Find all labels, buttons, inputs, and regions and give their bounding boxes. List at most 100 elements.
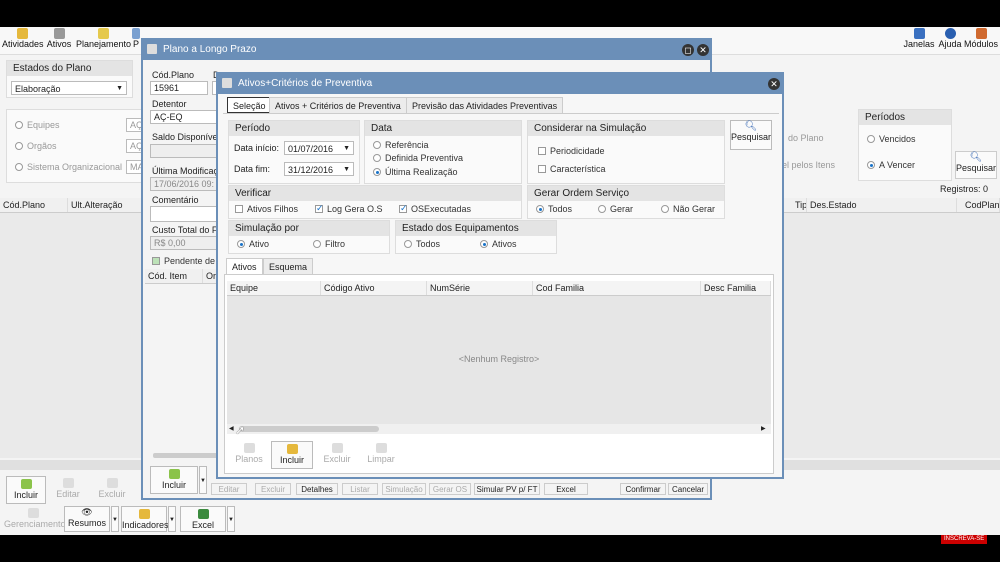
col-ult-alteracao[interactable]: Ult.Alteração [68, 198, 142, 212]
tab-ativos-criterios[interactable]: Ativos + Critérios de Preventiva [269, 97, 407, 113]
dialog-close-button[interactable]: ✕ [768, 78, 780, 90]
dialog-pesquisar-button[interactable]: 🔍︎ Pesquisar [730, 120, 772, 150]
plan-hscrollbar[interactable] [153, 453, 219, 458]
toolbar-more[interactable]: P [131, 27, 141, 53]
toolbar-modulos[interactable]: Módulos [964, 27, 998, 53]
scroll-thumb[interactable] [239, 426, 379, 432]
data-ultima[interactable]: Última Realização [373, 167, 458, 177]
toolbar-atividades[interactable]: Atividades [2, 27, 44, 53]
plan-incluir-dropdown[interactable]: ▼ [199, 466, 207, 494]
option-label: Não Gerar [673, 204, 716, 214]
simulacao-filtro[interactable]: Filtro [313, 239, 345, 249]
cod-plano-field[interactable]: 15961 [150, 81, 208, 95]
simulacao-ativo[interactable]: Ativo [237, 239, 269, 249]
confirmar-button[interactable]: Confirmar [620, 483, 666, 495]
excel-dropdown[interactable]: ▼ [227, 506, 235, 532]
main-editar-button[interactable]: Editar [48, 476, 88, 504]
comentario-label: Comentário [152, 195, 199, 205]
ativos-hscrollbar[interactable]: ◀ ▶ [227, 424, 771, 434]
resumos-dropdown[interactable]: ▼ [111, 506, 119, 532]
pendente-text: Pendente de [164, 256, 216, 266]
col-cod-plano[interactable]: Cód.Plano [0, 198, 68, 212]
limpar-button[interactable]: Limpar [361, 441, 401, 469]
option-sistema[interactable]: Sistema Organizacional [15, 162, 122, 172]
col-cod-familia[interactable]: Cod Familia [533, 281, 701, 295]
ativos-grid-body[interactable]: <Nenhum Registro> [227, 296, 771, 424]
add-icon [286, 444, 298, 454]
col-equipe[interactable]: Equipe [227, 281, 321, 295]
periodicidade-checkbox[interactable]: Periodicidade [538, 146, 605, 156]
dialog-excluir-button[interactable]: Excluir [317, 441, 357, 469]
detentor-field[interactable]: AÇ-EQ [150, 110, 218, 124]
scroll-left-icon[interactable]: ◀ [229, 424, 234, 434]
gerar-os-button[interactable]: Gerar OS [429, 483, 471, 495]
log-gera-os-checkbox[interactable]: Log Gera O.S [315, 203, 383, 214]
indicadores-button[interactable]: Indicadores [121, 506, 169, 532]
subtab-esquema[interactable]: Esquema [263, 258, 314, 274]
left-field-3[interactable]: MA [126, 160, 142, 174]
gerenciamento-button[interactable]: Gerenciamento [4, 506, 66, 532]
listar-button[interactable]: Listar [342, 483, 378, 495]
col-numserie[interactable]: NumSérie [427, 281, 533, 295]
scroll-right-icon[interactable]: ▶ [761, 424, 766, 434]
toolbar-ajuda[interactable]: Ajuda [937, 27, 963, 53]
col-codigo-ativo[interactable]: Código Ativo [321, 281, 427, 295]
left-field-2[interactable]: AÇ [126, 139, 142, 153]
main-excluir-button[interactable]: Excluir [92, 476, 132, 504]
data-group: Data Referência Definida Preventiva Últi… [364, 120, 522, 184]
planos-button[interactable]: Planos [229, 441, 269, 469]
subtab-ativos[interactable]: Ativos [226, 258, 263, 274]
data-definida[interactable]: Definida Preventiva [373, 153, 463, 163]
data-fim-input[interactable]: 31/12/2016 ▼ [284, 162, 354, 176]
cancelar-button[interactable]: Cancelar [668, 483, 708, 495]
comentario-field[interactable] [150, 206, 218, 222]
simulacao-button[interactable]: Simulação [382, 483, 426, 495]
dialog-incluir-button[interactable]: Incluir [271, 441, 313, 469]
saldo-label: Saldo Disponível [152, 132, 220, 142]
toolbar-janelas[interactable]: Janelas [902, 27, 936, 53]
gerar-todos[interactable]: Todos [536, 204, 572, 214]
col-desc-familia[interactable]: Desc Familia [701, 281, 771, 295]
resumos-button[interactable]: 👁︎ Resumos [64, 506, 110, 532]
periodo-group: Período Data início: 01/07/2016 ▼ Data fi… [228, 120, 360, 184]
maximize-button[interactable]: ◻ [682, 44, 694, 56]
plan-editar-button[interactable]: Editar [211, 483, 247, 495]
main-pesquisar-button[interactable]: 🔍︎ Pesquisar [955, 151, 997, 179]
col-codplano[interactable]: CodPlano [962, 198, 1000, 212]
periodos-vencidos[interactable]: Vencidos [867, 134, 916, 144]
main-incluir-button[interactable]: Incluir [6, 476, 46, 504]
col-tip[interactable]: Tip [792, 198, 807, 212]
data-inicio-input[interactable]: 01/07/2016 ▼ [284, 141, 354, 155]
gerar-gerar[interactable]: Gerar [598, 204, 633, 214]
gerar-nao-gerar[interactable]: Não Gerar [661, 204, 715, 214]
toolbar-planejamento[interactable]: Planejamento [76, 27, 131, 53]
toolbar-ativos[interactable]: Ativos [44, 27, 74, 53]
col-des-estado[interactable]: Des.Estado [807, 198, 957, 212]
tab-previsao[interactable]: Previsão das Atividades Preventivas [406, 97, 564, 113]
checkbox-icon [235, 205, 243, 213]
estado-todos[interactable]: Todos [404, 239, 440, 249]
custo-field: R$ 0,00 [150, 236, 218, 250]
plan-incluir-button[interactable]: Incluir [150, 466, 198, 494]
detalhes-button[interactable]: Detalhes [296, 483, 338, 495]
main-excel-button[interactable]: Excel [180, 506, 226, 532]
indicadores-dropdown[interactable]: ▼ [168, 506, 176, 532]
col-cod-item[interactable]: Cód. Item [145, 269, 203, 283]
estados-select[interactable]: Elaboração ▼ [11, 81, 127, 95]
caracteristica-checkbox[interactable]: Característica [538, 164, 606, 174]
plan-excluir-button[interactable]: Excluir [255, 483, 291, 495]
left-field-1[interactable]: AÇ [126, 118, 142, 132]
ativos-filhos-checkbox[interactable]: Ativos Filhos [235, 204, 298, 214]
pendente-checkbox[interactable]: Pendente de [152, 256, 215, 266]
button-label: Incluir [161, 480, 186, 490]
data-referencia[interactable]: Referência [373, 140, 429, 150]
estado-ativos[interactable]: Ativos [480, 239, 517, 249]
os-executadas-checkbox[interactable]: OSExecutadas [399, 203, 471, 214]
tab-selecao[interactable]: Seleção [227, 97, 272, 113]
option-orgaos[interactable]: Orgãos [15, 141, 57, 151]
periodos-a-vencer[interactable]: A Vencer [867, 160, 915, 170]
option-equipes[interactable]: Equipes [15, 120, 60, 130]
simular-pv-button[interactable]: Simular PV p/ FT [474, 483, 540, 495]
plan-close-button[interactable]: ✕ [697, 44, 709, 56]
plan-excel-button[interactable]: Excel [544, 483, 588, 495]
